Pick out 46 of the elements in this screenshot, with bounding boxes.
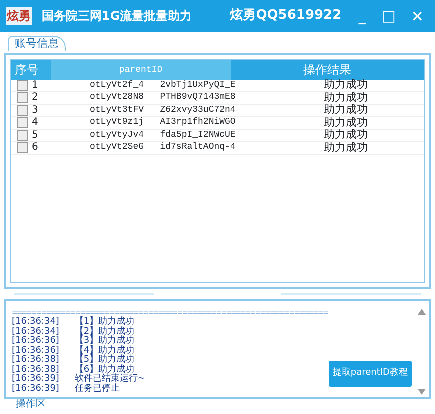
row-checkbox[interactable] bbox=[17, 117, 28, 128]
tab[interactable]: 账号信息 bbox=[8, 36, 66, 51]
log-line: [16:36:36] 【4】助力成功 bbox=[12, 346, 136, 356]
table-cell-text: 助力成功 bbox=[323, 128, 369, 142]
scroll-up-icon[interactable] bbox=[418, 308, 426, 314]
log-line: [16:36:34] 【2】助力成功 bbox=[12, 328, 136, 336]
author-label: 炫勇QQ5619922 bbox=[230, 7, 342, 26]
table-cell-text: 助力成功 bbox=[323, 114, 369, 129]
scroll-down-icon[interactable] bbox=[418, 388, 426, 394]
tutorial-button[interactable]: 提取parentID教程 bbox=[328, 361, 412, 386]
maximize-button[interactable]: □ bbox=[376, 8, 401, 24]
log-line: [16:36:36] 【3】助力成功 bbox=[12, 337, 136, 346]
table-cell-text: otLyVt2SeG id7sRaltAOnq-4 bbox=[89, 141, 237, 154]
log-line: [16:36:39] 任务已停止 bbox=[12, 384, 121, 394]
log-line: [16:36:34] 【1】助力成功 bbox=[12, 318, 136, 327]
table-cell-text: otLyVt9z1j AI3rp1fh2NiWGO bbox=[89, 116, 237, 129]
app-logo: 炫勇 bbox=[6, 7, 32, 25]
log-line: [16:36:38] 【5】助力成功 bbox=[12, 356, 136, 365]
table-cell-text: 4 bbox=[32, 116, 40, 130]
table-cell-text: otLyVt28N8 PTHB9vQ7143mE8 bbox=[89, 91, 237, 104]
table-cell-text: 助力成功 bbox=[323, 90, 369, 104]
minimize-button[interactable]: _ bbox=[354, 8, 372, 24]
table-cell-text: otLyVt3tFV Z62xvy33uC72n4 bbox=[89, 104, 237, 116]
table-cell-text: 5 bbox=[32, 128, 40, 142]
table-cell-text: 助力成功 bbox=[323, 77, 369, 92]
row-checkbox[interactable] bbox=[17, 130, 28, 141]
table-cell-text: 助力成功 bbox=[323, 140, 369, 156]
table-cell-text: otLyVt2f_4 2vbTj1UxPyQI_E bbox=[89, 78, 237, 92]
window-title: 国务院三网1G流量批量助力 bbox=[42, 8, 192, 25]
row-checkbox[interactable] bbox=[17, 80, 28, 91]
table-cell-text: 助力成功 bbox=[323, 102, 369, 117]
row-checkbox[interactable] bbox=[17, 92, 28, 104]
row-checkbox[interactable] bbox=[17, 104, 28, 116]
table-cell-text: 3 bbox=[32, 104, 40, 118]
close-button[interactable]: × bbox=[406, 8, 429, 24]
section-label: 操作区 bbox=[15, 398, 47, 410]
column-header: 操作结果 bbox=[302, 62, 352, 78]
column-header: parentID bbox=[51, 60, 231, 80]
log-line: [16:36:38] 【6】助力成功 bbox=[12, 366, 135, 374]
table-cell-text: 1 bbox=[32, 78, 40, 92]
table-cell-text: 6 bbox=[32, 141, 40, 156]
log-line: [16:36:39] 软件已结束运行~ bbox=[12, 375, 146, 384]
table-cell-text: 2 bbox=[32, 91, 40, 106]
row-checkbox[interactable] bbox=[17, 142, 28, 154]
table-cell-text: otLyVtyJv4 fda5pI_I2NWcUE bbox=[89, 128, 237, 142]
column-header: 序号 bbox=[11, 60, 51, 80]
